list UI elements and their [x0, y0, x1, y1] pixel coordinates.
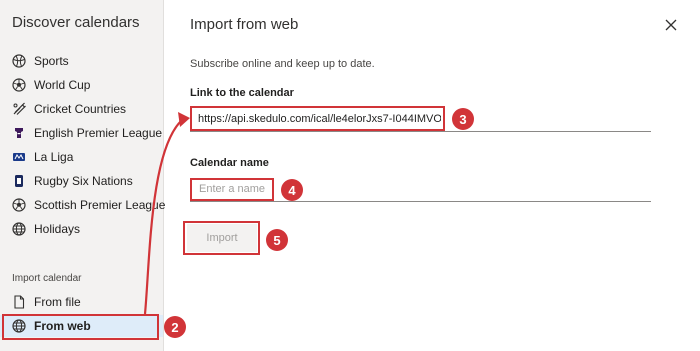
sidebar-item-from-file[interactable]: From file	[0, 291, 163, 313]
name-field-label: Calendar name	[190, 157, 269, 169]
sidebar-item-label: From file	[34, 295, 81, 309]
soccer-ball-icon	[12, 78, 26, 92]
sidebar-item-label: Rugby Six Nations	[34, 174, 133, 188]
sidebar-item-label: Sports	[34, 54, 69, 68]
import-calendar-section-label: Import calendar	[12, 273, 82, 284]
globe-icon	[12, 222, 26, 236]
sidebar-item-english-premier-league[interactable]: English Premier League	[0, 122, 163, 144]
sidebar-item-from-web[interactable]: From web	[0, 315, 163, 337]
sidebar-item-label: Cricket Countries	[34, 102, 127, 116]
step-badge: 2	[164, 316, 186, 338]
sidebar-item-la-liga[interactable]: La Liga	[0, 146, 163, 168]
step-badge: 3	[452, 108, 474, 130]
sidebar-item-label: Holidays	[34, 222, 81, 236]
cricket-bat-icon	[12, 102, 26, 116]
la-liga-icon	[12, 150, 26, 164]
sidebar-item-cricket-countries[interactable]: Cricket Countries	[0, 98, 163, 120]
soccer-ball-icon	[12, 198, 26, 212]
link-input-underline	[190, 131, 651, 132]
sidebar-item-scottish-premier-league[interactable]: Scottish Premier League	[0, 194, 166, 216]
discover-calendars-sidebar: Discover calendars Sports World Cup Cric…	[0, 0, 166, 351]
step-badge: 4	[281, 179, 303, 201]
panel-title: Import from web	[190, 16, 299, 33]
panel-subtitle: Subscribe online and keep up to date.	[190, 58, 375, 70]
sidebar-item-label: La Liga	[34, 150, 74, 164]
rugby-icon	[12, 174, 26, 188]
calendar-link-input[interactable]	[194, 109, 441, 129]
sidebar-item-holidays[interactable]: Holidays	[0, 218, 163, 240]
close-icon	[665, 19, 677, 31]
sidebar-item-label: World Cup	[34, 78, 91, 92]
sidebar-item-label: English Premier League	[34, 126, 163, 140]
link-field-label: Link to the calendar	[190, 87, 294, 99]
file-icon	[12, 295, 26, 309]
close-button[interactable]	[662, 16, 680, 34]
sidebar-item-label: Scottish Premier League	[34, 198, 166, 212]
sidebar-title: Discover calendars	[12, 14, 140, 31]
sidebar-item-sports[interactable]: Sports	[0, 50, 163, 72]
name-input-underline	[190, 201, 651, 202]
sidebar-item-label: From web	[34, 319, 91, 333]
sidebar-item-rugby-six-nations[interactable]: Rugby Six Nations	[0, 170, 163, 192]
step-badge: 5	[266, 229, 288, 251]
calendar-name-input[interactable]	[194, 180, 270, 198]
import-button[interactable]: Import	[187, 224, 257, 252]
globe-icon	[12, 319, 26, 333]
premier-league-icon	[12, 126, 26, 140]
sports-ball-icon	[12, 54, 26, 68]
sidebar-item-world-cup[interactable]: World Cup	[0, 74, 163, 96]
